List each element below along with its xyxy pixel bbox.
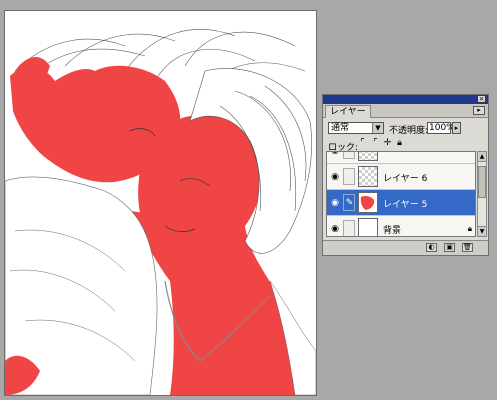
adjustment-layer-icon[interactable]: ◐: [426, 243, 437, 252]
layer-row[interactable]: ◉ レイヤー 6: [327, 164, 475, 190]
layer-row-selected[interactable]: ◉ ✎ レイヤー 5: [327, 190, 475, 216]
layer-thumbnail: [358, 166, 378, 187]
scroll-down-icon[interactable]: ▼: [478, 226, 486, 236]
eye-icon[interactable]: ◉: [330, 224, 340, 234]
lock-icon: 🔒︎: [467, 224, 472, 233]
scroll-thumb[interactable]: [478, 166, 486, 198]
brush-cell[interactable]: ✎: [343, 194, 355, 211]
brush-icon: ✎: [345, 198, 354, 208]
opacity-input[interactable]: 100%: [427, 122, 455, 134]
palette-bottom-toolbar: ◐ ▣ 🗑︎: [323, 240, 488, 255]
close-icon[interactable]: ×: [477, 95, 486, 103]
scroll-up-icon[interactable]: ▲: [478, 152, 486, 162]
tab-layers[interactable]: レイヤー: [325, 105, 371, 118]
lock-all-icon[interactable]: 🔒︎: [395, 139, 404, 148]
blend-mode-value: 通常: [331, 123, 350, 133]
eye-icon[interactable]: ◉: [330, 198, 340, 208]
layer-row[interactable]: ◉: [327, 152, 475, 164]
palette-menu-icon[interactable]: ▸: [473, 106, 485, 115]
lock-position-icon[interactable]: ✛: [383, 139, 392, 148]
link-cell[interactable]: [343, 220, 355, 236]
eye-icon[interactable]: ◉: [330, 172, 340, 182]
layers-list: ◉ ◉ レイヤー 6 ◉ ✎ レイヤー 5 ◉ 背景 🔒︎: [326, 151, 476, 237]
layer-name: レイヤー 5: [383, 200, 428, 210]
thumbnail-art: [359, 193, 377, 212]
link-cell[interactable]: [343, 152, 355, 159]
palette-tab-row: レイヤー ▸: [323, 104, 488, 118]
trash-icon[interactable]: 🗑︎: [462, 243, 473, 252]
layers-scrollbar[interactable]: ▲ ▼: [477, 151, 487, 237]
lock-image-icon[interactable]: ⌜: [371, 139, 380, 148]
link-cell[interactable]: [343, 168, 355, 185]
layers-palette: × レイヤー ▸ 通常 ▼ 不透明度: 100% ▸ ロック: ⌜ ⌜ ✛ 🔒︎…: [322, 94, 489, 256]
layer-thumbnail: [358, 152, 378, 161]
new-layer-icon[interactable]: ▣: [444, 243, 455, 252]
opacity-label: 不透明度:: [389, 126, 429, 136]
eye-icon[interactable]: ◉: [330, 152, 340, 156]
blend-mode-select[interactable]: 通常 ▼: [328, 122, 384, 134]
layer-row[interactable]: ◉ 背景 🔒︎: [327, 216, 475, 236]
lock-transparency-icon[interactable]: ⌜: [358, 139, 367, 148]
layer-thumbnail: [358, 192, 378, 213]
layer-name: 背景: [383, 226, 402, 236]
opacity-slider-button[interactable]: ▸: [452, 122, 461, 134]
artwork: [5, 11, 316, 395]
chevron-down-icon: ▼: [372, 123, 383, 133]
document-canvas[interactable]: [4, 10, 317, 396]
layer-thumbnail: [358, 218, 378, 236]
layer-name: レイヤー 6: [383, 174, 428, 184]
